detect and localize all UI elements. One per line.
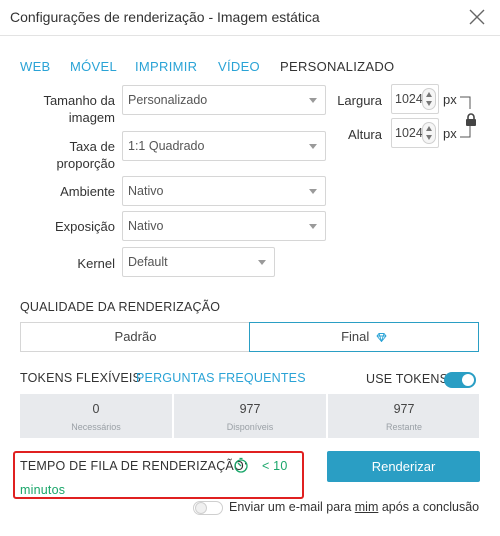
quality-option-standard[interactable]: Padrão (20, 322, 250, 352)
height-unit: px (443, 126, 457, 141)
stat-available-value: 977 (239, 402, 261, 416)
exposure-label: Exposição (55, 219, 115, 234)
stat-required-caption: Necessários (71, 422, 121, 432)
height-input[interactable]: 1024 (391, 118, 439, 148)
height-stepper[interactable] (422, 122, 436, 144)
aspect-ratio-label: Taxa de proporção (20, 138, 115, 172)
aspect-ratio-value: 1:1 Quadrado (128, 139, 205, 153)
width-unit: px (443, 92, 457, 107)
tab-movel[interactable]: MÓVEL (70, 59, 117, 74)
exposure-select[interactable]: Nativo (122, 211, 326, 241)
toggle-knob (195, 502, 207, 514)
height-value: 1024 (395, 126, 423, 140)
stat-remaining-value: 977 (393, 402, 415, 416)
use-tokens-toggle[interactable] (444, 372, 476, 388)
aspect-ratio-label-line1: Taxa de (69, 139, 115, 154)
chevron-down-icon (258, 260, 266, 265)
environment-label: Ambiente (60, 184, 115, 199)
flex-tokens-title: TOKENS FLEXÍVEIS (20, 371, 142, 385)
kernel-label: Kernel (77, 256, 115, 271)
chevron-down-icon (309, 224, 317, 229)
tab-imprimir[interactable]: IMPRIMIR (135, 59, 197, 74)
email-notify-label: Enviar um e-mail para mim após a conclus… (229, 500, 479, 514)
token-stats: 0 Necessários 977 Disponíveis 977 Restan… (20, 394, 479, 438)
chevron-down-icon (309, 98, 317, 103)
tab-video[interactable]: VÍDEO (218, 59, 260, 74)
chevron-down-icon (309, 144, 317, 149)
padlock-icon[interactable] (465, 113, 477, 127)
window-title: Configurações de renderização - Imagem e… (10, 9, 320, 25)
close-icon[interactable] (468, 8, 486, 26)
quality-option-final-label: Final (341, 329, 370, 344)
chevron-down-icon (309, 189, 317, 194)
width-label: Largura (337, 93, 382, 108)
quality-option-final[interactable]: Final (249, 322, 479, 352)
toggle-knob (462, 374, 474, 386)
preset-tabs: WEB MÓVEL IMPRIMIR VÍDEO PERSONALIZADO (20, 59, 500, 77)
stat-required-value: 0 (92, 402, 100, 416)
image-size-label: Tamanho da imagem (20, 92, 115, 126)
width-value: 1024 (395, 92, 423, 106)
stat-remaining-caption: Restante (385, 422, 423, 432)
stat-required: 0 Necessários (20, 394, 172, 438)
stat-remaining: 977 Restante (328, 394, 480, 438)
environment-value: Nativo (128, 184, 164, 198)
image-size-label-line2: imagem (68, 110, 115, 125)
diamond-icon (376, 333, 387, 344)
email-notify-suffix: após a conclusão (378, 500, 480, 514)
aspect-ratio-label-line2: proporção (56, 156, 115, 171)
exposure-value: Nativo (128, 219, 164, 233)
aspect-ratio-select[interactable]: 1:1 Quadrado (122, 131, 326, 161)
image-size-label-line1: Tamanho da (43, 93, 115, 108)
timer-icon (233, 457, 249, 473)
queue-time-unit: minutos (20, 483, 66, 497)
environment-select[interactable]: Nativo (122, 176, 326, 206)
kernel-value: Default (128, 255, 168, 269)
title-bar: Configurações de renderização - Imagem e… (0, 0, 500, 36)
quality-option-standard-label: Padrão (114, 329, 157, 344)
email-me-link[interactable]: mim (355, 500, 379, 514)
email-notify-toggle[interactable] (193, 501, 223, 515)
render-button[interactable]: Renderizar (327, 451, 480, 482)
image-size-select[interactable]: Personalizado (122, 85, 326, 115)
stat-available-caption: Disponíveis (226, 422, 274, 432)
width-stepper[interactable] (422, 88, 436, 110)
use-tokens-label: USE TOKENS (366, 372, 449, 386)
faq-link[interactable]: PERGUNTAS FREQUENTES (136, 371, 306, 385)
width-input[interactable]: 1024 (391, 84, 439, 114)
tab-web[interactable]: WEB (20, 59, 51, 74)
render-quality-title: QUALIDADE DA RENDERIZAÇÃO (20, 300, 221, 314)
email-notify-prefix: Enviar um e-mail para (229, 500, 355, 514)
kernel-select[interactable]: Default (122, 247, 275, 277)
queue-time-label: TEMPO DE FILA DE RENDERIZAÇÃO: (20, 459, 248, 473)
image-size-value: Personalizado (128, 93, 208, 107)
tab-personalizado[interactable]: PERSONALIZADO (280, 59, 394, 74)
height-label: Altura (348, 127, 382, 142)
stat-available: 977 Disponíveis (174, 394, 326, 438)
queue-time-value: < 10 (262, 459, 288, 473)
